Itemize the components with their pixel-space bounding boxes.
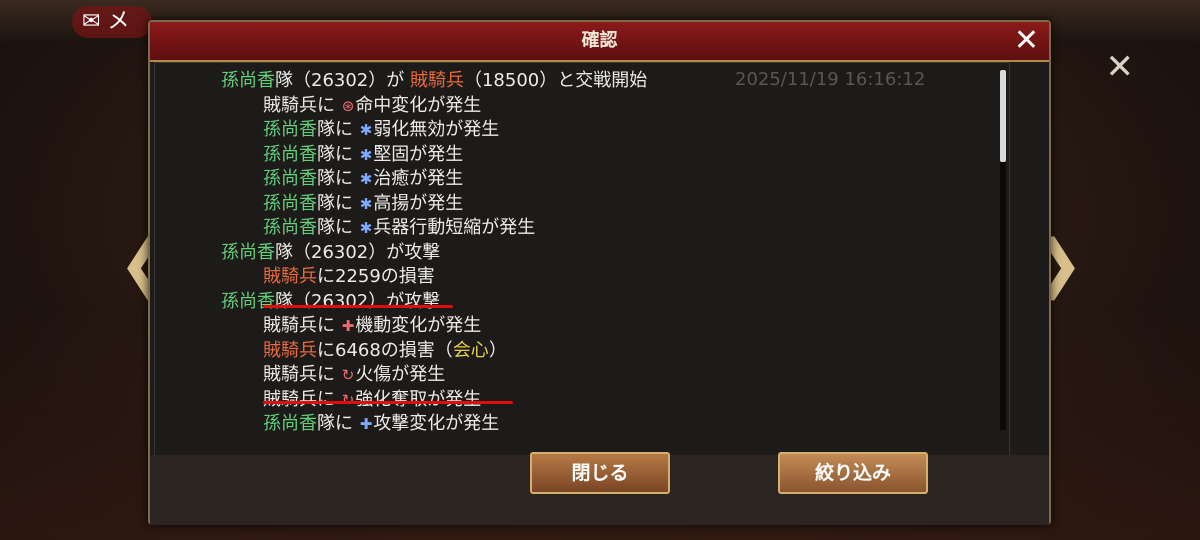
log-text-segment: 隊に [317, 168, 359, 189]
status-effect-icon: ✱ [359, 170, 373, 188]
log-text-segment: 隊に [317, 143, 359, 165]
log-text-segment: 隊に [317, 217, 359, 238]
log-text-segment: 賊騎兵に [263, 364, 341, 385]
log-text-segment: 孫尚香 [263, 143, 317, 165]
status-effect-icon: ✱ [359, 194, 373, 213]
background-close-icon[interactable]: ✕ [1106, 50, 1135, 84]
log-text-segment: 強化奪取が発生 [355, 388, 482, 410]
log-text-segment: 賊騎兵 [263, 266, 317, 287]
log-line: 賊騎兵に6468の損害（会心） [263, 339, 507, 363]
log-text-segment: 弱化無効が発生 [373, 119, 500, 140]
status-effect-icon: ✱ [359, 145, 373, 164]
log-line: 賊騎兵に ✚機動変化が発生 [263, 314, 481, 338]
log-text-segment: 孫尚香 [263, 192, 317, 214]
log-text-segment: ） [488, 339, 507, 361]
status-effect-icon: ✚ [359, 415, 373, 433]
close-button[interactable]: 閉じる [530, 452, 670, 494]
log-text-segment: 孫尚香 [263, 217, 317, 238]
log-line: 孫尚香隊に ✱弱化無効が発生 [263, 118, 499, 142]
log-text-segment: 孫尚香 [263, 168, 317, 189]
status-effect-icon: ↻ [341, 390, 355, 409]
log-text-segment: 治癒が発生 [373, 168, 464, 189]
log-text-segment: 隊に [317, 413, 359, 434]
log-text-segment: に6468の損害（ [317, 339, 453, 361]
log-line: 賊騎兵に ⊛命中変化が発生 [263, 94, 481, 118]
log-text-segment: 機動変化が発生 [355, 315, 482, 336]
log-text-segment: 会心 [452, 339, 489, 361]
log-line: 賊騎兵に2259の損害 [263, 265, 435, 289]
log-text-segment: 隊に [317, 192, 359, 214]
log-line: 孫尚香隊（26302）が 賊騎兵（18500）と交戦開始 [221, 69, 647, 93]
status-effect-icon: ✱ [359, 219, 373, 237]
log-line: 孫尚香隊に ✱堅固が発生 [263, 143, 463, 167]
log-text-segment: 隊に [317, 119, 359, 140]
log-text-segment: 隊（26302）が攻撃 [275, 241, 441, 263]
damage-underline-2 [263, 401, 513, 404]
log-text-segment: に2259の損害 [317, 266, 435, 287]
battle-log-panel[interactable]: 2025/11/19 16:16:12 孫尚香隊（26302）が 賊騎兵（185… [154, 62, 1010, 456]
log-text-segment: 賊騎兵に [263, 315, 341, 336]
log-text-segment: 火傷が発生 [355, 364, 446, 385]
log-line: 孫尚香隊に ✱高揚が発生 [263, 192, 463, 216]
status-effect-icon: ✱ [359, 121, 373, 139]
dialog-title: 確認 [581, 30, 618, 51]
damage-underline-1 [263, 305, 453, 308]
mail-button[interactable]: ✉ メ [72, 6, 152, 38]
status-effect-icon: ✚ [341, 317, 355, 335]
log-text-segment: （18500）と交戦開始 [463, 70, 648, 91]
log-text-segment: 孫尚香 [221, 70, 275, 91]
log-text-segment: 堅固が発生 [373, 143, 464, 165]
log-text-segment: 孫尚香 [221, 290, 275, 312]
scroll-thumb[interactable] [1000, 70, 1006, 162]
log-line: 孫尚香隊に ✱治癒が発生 [263, 167, 463, 191]
log-line: 孫尚香隊に ✱兵器行動短縮が発生 [263, 216, 535, 240]
log-line: 賊騎兵に ↻火傷が発生 [263, 363, 445, 387]
status-effect-icon: ↻ [341, 366, 355, 384]
log-text-segment: 高揚が発生 [373, 192, 464, 214]
confirm-dialog: 確認 ✕ 2025/11/19 16:16:12 孫尚香隊（26302）が 賊騎… [148, 20, 1051, 525]
log-text-segment: 賊騎兵に [263, 94, 341, 116]
log-text-segment: 隊（26302）が [275, 70, 410, 91]
status-effect-icon: ⊛ [341, 96, 355, 115]
dialog-title-bar: 確認 ✕ [150, 22, 1049, 62]
close-icon[interactable]: ✕ [1014, 24, 1039, 58]
filter-button[interactable]: 絞り込み [778, 452, 928, 494]
log-text-segment: 賊騎兵 [263, 339, 317, 361]
log-text-segment: 賊騎兵に [263, 388, 341, 410]
log-text-segment: 賊騎兵 [409, 70, 464, 91]
log-text-segment: 孫尚香 [263, 413, 317, 434]
log-line: 孫尚香隊に ✚攻撃変化が発生 [263, 412, 499, 436]
log-text-segment: 兵器行動短縮が発生 [373, 217, 536, 238]
log-text-segment: 攻撃変化が発生 [373, 413, 500, 434]
log-line: 賊騎兵に ↻強化奪取が発生 [263, 388, 481, 412]
log-line: 孫尚香隊（26302）が攻撃 [221, 290, 440, 314]
log-text-segment: 孫尚香 [221, 241, 275, 263]
log-line: 孫尚香隊（26302）が攻撃 [221, 241, 440, 265]
log-text-segment: 隊（26302）が攻撃 [275, 290, 441, 312]
log-timestamp: 2025/11/19 16:16:12 [735, 69, 926, 90]
log-text-segment: 孫尚香 [263, 119, 317, 140]
log-text-segment: 命中変化が発生 [355, 94, 482, 116]
